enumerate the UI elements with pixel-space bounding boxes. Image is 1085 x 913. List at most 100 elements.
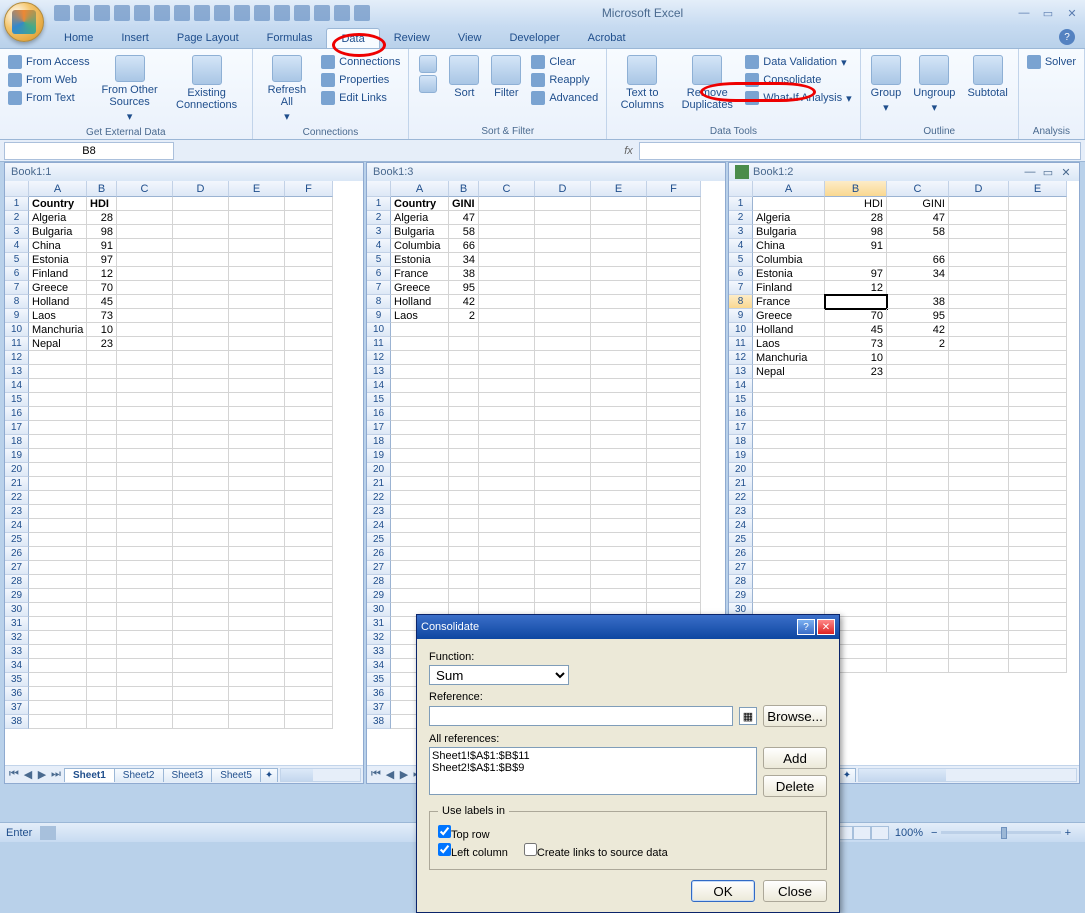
cell[interactable] bbox=[535, 323, 591, 337]
cell[interactable] bbox=[825, 435, 887, 449]
row-header[interactable]: 20 bbox=[729, 463, 753, 477]
cell[interactable] bbox=[229, 211, 285, 225]
cell[interactable] bbox=[117, 659, 173, 673]
cell[interactable] bbox=[117, 477, 173, 491]
row-header[interactable]: 34 bbox=[5, 659, 29, 673]
cell[interactable] bbox=[479, 295, 535, 309]
cell[interactable] bbox=[647, 267, 701, 281]
cell[interactable] bbox=[887, 533, 949, 547]
cell[interactable] bbox=[285, 715, 333, 729]
cell[interactable]: 95 bbox=[449, 281, 479, 295]
qat-icon[interactable] bbox=[234, 5, 250, 21]
cell[interactable] bbox=[1009, 211, 1067, 225]
cell[interactable] bbox=[591, 253, 647, 267]
cell[interactable] bbox=[173, 435, 229, 449]
row-header[interactable]: 35 bbox=[367, 673, 391, 687]
row-header[interactable]: 18 bbox=[367, 435, 391, 449]
cell[interactable] bbox=[285, 351, 333, 365]
cell[interactable] bbox=[647, 435, 701, 449]
cell[interactable] bbox=[591, 295, 647, 309]
cell[interactable] bbox=[87, 435, 117, 449]
cell[interactable] bbox=[1009, 505, 1067, 519]
cell[interactable] bbox=[535, 561, 591, 575]
cell[interactable]: 42 bbox=[449, 295, 479, 309]
cell[interactable] bbox=[591, 435, 647, 449]
child-close-icon[interactable]: ✕ bbox=[1059, 166, 1073, 179]
close-button[interactable]: Close bbox=[763, 880, 827, 902]
cell[interactable] bbox=[229, 659, 285, 673]
row-header[interactable]: 2 bbox=[367, 211, 391, 225]
cell[interactable] bbox=[887, 589, 949, 603]
cell[interactable] bbox=[87, 561, 117, 575]
cell[interactable] bbox=[479, 253, 535, 267]
tab-acrobat[interactable]: Acrobat bbox=[574, 28, 640, 48]
cell[interactable]: 2 bbox=[887, 337, 949, 351]
cell[interactable] bbox=[87, 575, 117, 589]
cell[interactable] bbox=[87, 645, 117, 659]
cell[interactable] bbox=[117, 519, 173, 533]
cell[interactable] bbox=[479, 211, 535, 225]
cell[interactable] bbox=[647, 323, 701, 337]
cell[interactable] bbox=[229, 589, 285, 603]
cell[interactable] bbox=[173, 533, 229, 547]
cell[interactable]: Laos bbox=[753, 337, 825, 351]
cell[interactable] bbox=[535, 365, 591, 379]
cell[interactable] bbox=[887, 379, 949, 393]
row-header[interactable]: 31 bbox=[5, 617, 29, 631]
cell[interactable] bbox=[117, 337, 173, 351]
cell[interactable] bbox=[29, 659, 87, 673]
row-header[interactable]: 38 bbox=[5, 715, 29, 729]
cell[interactable] bbox=[449, 491, 479, 505]
cell[interactable] bbox=[1009, 547, 1067, 561]
add-button[interactable]: Add bbox=[763, 747, 827, 769]
cell[interactable]: 73 bbox=[825, 337, 887, 351]
cell[interactable] bbox=[29, 407, 87, 421]
cell[interactable] bbox=[647, 211, 701, 225]
cell[interactable] bbox=[87, 449, 117, 463]
cell[interactable] bbox=[479, 197, 535, 211]
column-header[interactable]: D bbox=[535, 181, 591, 197]
cell[interactable] bbox=[285, 281, 333, 295]
row-header[interactable]: 21 bbox=[367, 477, 391, 491]
row-header[interactable]: 28 bbox=[729, 575, 753, 589]
cell[interactable] bbox=[117, 323, 173, 337]
cell[interactable] bbox=[535, 337, 591, 351]
row-header[interactable]: 36 bbox=[5, 687, 29, 701]
cell[interactable] bbox=[949, 337, 1009, 351]
cell[interactable] bbox=[535, 547, 591, 561]
insert-sheet-icon[interactable]: ✦ bbox=[838, 768, 856, 782]
cell[interactable] bbox=[647, 561, 701, 575]
cell[interactable] bbox=[825, 253, 887, 267]
cell[interactable] bbox=[29, 617, 87, 631]
qat-icon[interactable] bbox=[274, 5, 290, 21]
cell[interactable]: 70 bbox=[87, 281, 117, 295]
sheet-nav-icon[interactable]: ◀ bbox=[21, 768, 35, 781]
from-text-button[interactable]: From Text bbox=[6, 89, 92, 107]
cell[interactable]: 34 bbox=[887, 267, 949, 281]
cell[interactable] bbox=[117, 715, 173, 729]
cell[interactable] bbox=[591, 379, 647, 393]
cell[interactable]: 66 bbox=[449, 239, 479, 253]
cell[interactable] bbox=[1009, 477, 1067, 491]
cell[interactable] bbox=[479, 463, 535, 477]
dialog-close-icon[interactable]: ✕ bbox=[817, 619, 835, 635]
cell[interactable]: France bbox=[753, 295, 825, 309]
row-header[interactable]: 20 bbox=[5, 463, 29, 477]
remove-duplicates-button[interactable]: Remove Duplicates bbox=[675, 53, 739, 124]
cell[interactable] bbox=[29, 561, 87, 575]
cell[interactable] bbox=[887, 561, 949, 575]
cell[interactable] bbox=[449, 561, 479, 575]
cell[interactable] bbox=[949, 295, 1009, 309]
cell[interactable] bbox=[479, 379, 535, 393]
cell[interactable] bbox=[591, 281, 647, 295]
cell[interactable] bbox=[591, 575, 647, 589]
row-header[interactable]: 26 bbox=[729, 547, 753, 561]
cell[interactable] bbox=[949, 505, 1009, 519]
dialog-help-icon[interactable]: ? bbox=[797, 619, 815, 635]
cell[interactable] bbox=[173, 561, 229, 575]
cell[interactable] bbox=[825, 463, 887, 477]
cell[interactable] bbox=[29, 547, 87, 561]
cell[interactable]: China bbox=[29, 239, 87, 253]
cell[interactable] bbox=[87, 365, 117, 379]
cell[interactable] bbox=[479, 491, 535, 505]
